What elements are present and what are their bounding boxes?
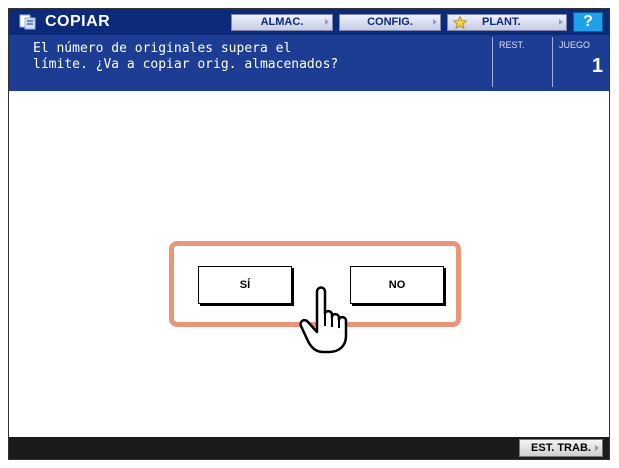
divider — [552, 37, 553, 87]
arrow-right-icon — [325, 19, 329, 25]
copier-icon — [19, 14, 36, 30]
message-text: El número de originales supera el límite… — [33, 41, 339, 72]
juego-value: 1 — [591, 55, 603, 77]
star-icon — [453, 16, 467, 29]
yes-button[interactable]: SÍ — [198, 266, 292, 304]
config-button[interactable]: CONFIG. — [339, 14, 441, 31]
arrow-right-icon — [595, 445, 599, 451]
plant-button[interactable]: PLANT. — [447, 14, 567, 31]
almac-button[interactable]: ALMAC. — [231, 14, 333, 31]
bottom-bar: EST. TRAB. — [9, 437, 609, 459]
est-trab-button[interactable]: EST. TRAB. — [519, 439, 603, 457]
est-trab-button-label: EST. TRAB. — [531, 442, 591, 454]
arrow-right-icon — [433, 19, 437, 25]
app-title: COPIAR — [45, 13, 111, 30]
almac-button-label: ALMAC. — [260, 16, 304, 28]
rest-label: REST. — [499, 40, 525, 50]
top-bar: COPIAR ALMAC. CONFIG. PLANT. ? — [9, 9, 609, 35]
message-bar: El número de originales supera el límite… — [9, 35, 609, 91]
pointing-hand-icon — [299, 286, 348, 354]
copier-screen: COPIAR ALMAC. CONFIG. PLANT. ? El número… — [8, 8, 610, 460]
no-button[interactable]: NO — [350, 266, 444, 304]
divider — [492, 37, 493, 87]
help-button[interactable]: ? — [573, 12, 603, 32]
config-button-label: CONFIG. — [367, 16, 413, 28]
plant-button-label: PLANT. — [482, 16, 521, 28]
juego-label: JUEGO — [559, 40, 591, 50]
arrow-right-icon — [559, 19, 563, 25]
